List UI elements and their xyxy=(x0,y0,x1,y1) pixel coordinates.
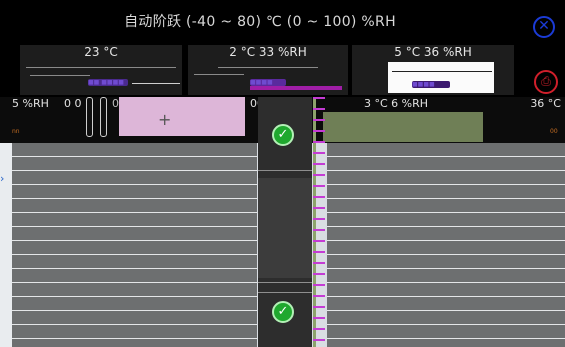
export-button[interactable]: ⎙ xyxy=(534,70,558,94)
segment-tag: ■■■■ xyxy=(250,79,286,86)
segment-label: 23 °C xyxy=(84,45,118,59)
middle-column-body xyxy=(258,178,312,278)
segment-tag: ■■■■ xyxy=(412,81,450,88)
segment-tag: ■■ ■■■■ xyxy=(88,79,128,86)
segment-card-3[interactable]: 5 °C 36 %RH ■■■■ xyxy=(352,45,514,95)
segment-strip: 23 °C ■■ ■■■■ 2 °C 33 %RH ■■■■ 5 °C 36 %… xyxy=(0,42,565,97)
close-icon: ✕ xyxy=(538,18,550,34)
ghost-pill xyxy=(86,97,93,137)
segment-highlight xyxy=(388,62,494,93)
check-icon: ✓ xyxy=(277,127,289,142)
title-bar: 自动阶跃 (-40 ~ 80) ℃ (0 ~ 100) %RH ✕ xyxy=(0,0,565,42)
export-icon: ⎙ xyxy=(541,74,551,88)
ghost-tag: nn xyxy=(12,128,20,135)
ghost-label: 0 0 xyxy=(64,97,82,110)
timeline-marker xyxy=(313,97,325,347)
segment-card-1[interactable]: 23 °C ■■ ■■■■ xyxy=(20,45,182,95)
step-list-right[interactable] xyxy=(327,143,565,347)
check-icon: ✓ xyxy=(277,304,289,319)
green-overlay-panel xyxy=(323,112,483,142)
ghost-label: 3 °C 6 %RH xyxy=(364,97,429,110)
selection-box xyxy=(119,97,245,136)
segment-card-2[interactable]: 2 °C 33 %RH ■■■■ xyxy=(188,45,348,95)
ghost-tag: 00 xyxy=(550,128,558,135)
step-list-left[interactable] xyxy=(12,143,257,347)
crosshair-icon: + xyxy=(158,110,172,129)
page-title: 自动阶跃 (-40 ~ 80) ℃ (0 ~ 100) %RH xyxy=(124,14,396,30)
ghost-label: 36 °C xyxy=(530,97,561,110)
chevron-right-icon[interactable]: › xyxy=(0,172,4,185)
confirm-button[interactable]: ✓ xyxy=(272,124,294,146)
segment-label: 2 °C 33 %RH xyxy=(229,45,307,59)
close-button[interactable]: ✕ xyxy=(533,16,555,38)
ghost-label: 5 %RH xyxy=(12,97,49,110)
segment-label: 5 °C 36 %RH xyxy=(394,45,472,59)
ghost-pill xyxy=(100,97,107,137)
confirm-button[interactable]: ✓ xyxy=(272,301,294,323)
segment-progress-bar xyxy=(250,86,342,90)
step-program-screen: 自动阶跃 (-40 ~ 80) ℃ (0 ~ 100) %RH ✕ 23 °C … xyxy=(0,0,565,347)
